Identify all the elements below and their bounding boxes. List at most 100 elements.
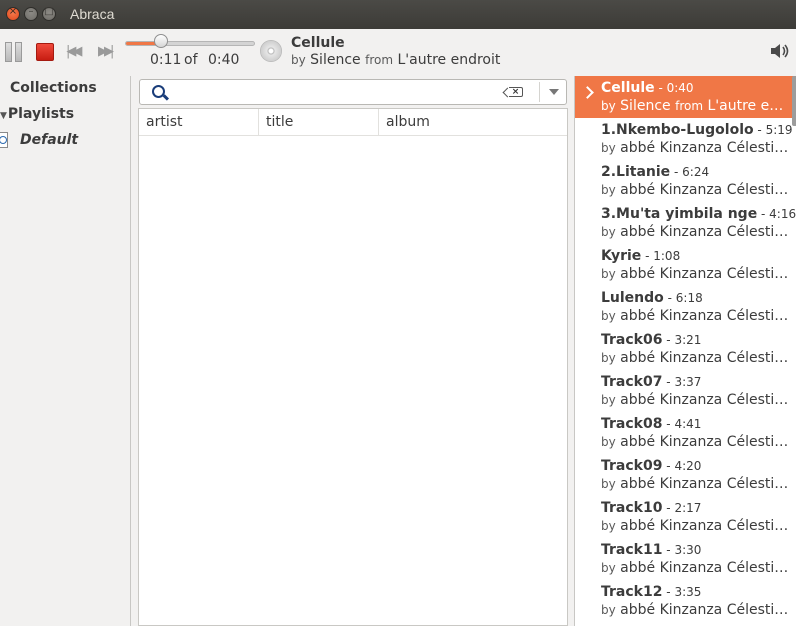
playlist-entry[interactable]: Track10 - 2:17 by abbé Kinzanza Célestin …: [575, 496, 796, 538]
playlist-entry-title-line: 1.Nkembo-Lugololo - 5:19: [601, 122, 793, 138]
playlist-entry-by-label: by: [601, 309, 616, 323]
playlist-entry-artist: abbé Kinzanza Célestin …: [620, 224, 791, 240]
playlist-entry-artist: abbé Kinzanza Célestin …: [620, 392, 791, 408]
now-playing-details: by Silence from L'autre endroit: [291, 52, 500, 68]
playlist-entry-title-line: Track08 - 4:41: [601, 416, 701, 432]
total-time: 0:40: [208, 52, 240, 68]
playlist-entry-duration-sep: -: [662, 501, 675, 515]
playlist-panel: Cellule - 0:40 by Silence from L'autre en…: [574, 76, 796, 626]
now-playing-by-label: by: [291, 53, 306, 67]
seek-slider-handle[interactable]: [154, 34, 168, 48]
playlist-entry-by-label: by: [601, 141, 616, 155]
playlist-entry-artist-line: by abbé Kinzanza Célestin …: [601, 182, 791, 198]
title-bar: × – □ Abraca: [0, 0, 796, 29]
playlist-entry-by-label: by: [601, 393, 616, 407]
playlist-entry[interactable]: 1.Nkembo-Lugololo - 5:19 by abbé Kinzanza…: [575, 118, 796, 160]
next-icon: ▶▶|: [98, 44, 115, 59]
time-of-label: of: [184, 52, 198, 68]
playlist-entry-artist-line: by abbé Kinzanza Célestin …: [601, 392, 791, 408]
playlist-entry-current[interactable]: Cellule - 0:40 by Silence from L'autre en…: [575, 76, 796, 118]
volume-icon[interactable]: [770, 43, 790, 59]
playlist-entry-artist-line: by abbé Kinzanza Célestin …: [601, 140, 791, 156]
playlist-entry-title-line: Track10 - 2:17: [601, 500, 701, 516]
now-playing-artist: Silence: [310, 52, 361, 68]
playlist-entry[interactable]: Track07 - 3:37 by abbé Kinzanza Célestin …: [575, 370, 796, 412]
now-playing-from-label: from: [365, 53, 394, 67]
previous-icon: |◀◀: [66, 44, 83, 59]
pause-button[interactable]: [5, 42, 23, 62]
playlist-entry[interactable]: Track08 - 4:41 by abbé Kinzanza Célestin …: [575, 412, 796, 454]
search-input[interactable]: [174, 83, 504, 101]
search-bar: ×: [139, 79, 567, 105]
playlist-entry[interactable]: 2.Litanie - 6:24 by abbé Kinzanza Célesti…: [575, 160, 796, 202]
playlist-entry-title: Track10: [601, 500, 663, 516]
playlist-scrollbar[interactable]: [792, 76, 796, 126]
playlist-entry-artist-line: by abbé Kinzanza Célestin …: [601, 308, 791, 324]
playlist-entry-duration-sep: -: [662, 543, 675, 557]
cover-art-cd-icon: [260, 40, 282, 62]
playlist-entry-duration: 1:08: [653, 249, 681, 263]
playlist-entry-title-line: 3.Mu'ta yimbila nge - 4:16: [601, 206, 796, 222]
playlist-entry-title-line: Track07 - 3:37: [601, 374, 701, 390]
playlist-entry-artist-line: by abbé Kinzanza Célestin …: [601, 266, 791, 282]
playlists-label: Playlists: [7, 106, 75, 122]
column-header-artist[interactable]: artist: [139, 109, 259, 136]
window-maximize-button[interactable]: □: [42, 6, 56, 21]
playlist-entry[interactable]: Track11 - 3:30 by abbé Kinzanza Célestin …: [575, 538, 796, 580]
clear-search-icon[interactable]: ×: [509, 87, 523, 97]
playlist-entry-duration: 3:35: [674, 585, 702, 599]
player-toolbar: |◀◀ ▶▶| 0:11 of 0:40 Cellule by Silence …: [0, 29, 796, 76]
playlist-entry-duration: 4:41: [674, 417, 702, 431]
collections-heading[interactable]: Collections: [10, 80, 97, 96]
playlist-entry-duration-sep: -: [753, 123, 766, 137]
playlist-entry-artist-line: by abbé Kinzanza Célestin …: [601, 350, 791, 366]
playlist-entry-by-label: by: [601, 351, 616, 365]
playlist-entry[interactable]: 3.Mu'ta yimbila nge - 4:16 by abbé Kinzan…: [575, 202, 796, 244]
playlist-entry-by-label: by: [601, 99, 616, 113]
results-table[interactable]: artist title album: [138, 108, 568, 626]
previous-track-button[interactable]: |◀◀: [66, 44, 88, 60]
playlist-entry[interactable]: Track09 - 4:20 by abbé Kinzanza Célestin …: [575, 454, 796, 496]
playlist-entry-title: Track07: [601, 374, 663, 390]
column-header-album[interactable]: album: [379, 109, 567, 136]
playlist-entry-title-line: Lulendo - 6:18: [601, 290, 703, 306]
window-minimize-button[interactable]: –: [24, 6, 38, 21]
window-close-button[interactable]: ×: [6, 6, 20, 21]
playlist-entry-by-label: by: [601, 267, 616, 281]
search-divider: [539, 82, 540, 102]
playlist-entry-title: Track08: [601, 416, 663, 432]
playlist-entry-duration-sep: -: [662, 375, 675, 389]
now-playing-arrow-icon: [581, 86, 594, 99]
playlist-entry[interactable]: Lulendo - 6:18 by abbé Kinzanza Célestin …: [575, 286, 796, 328]
playlist-entry-artist-line: by abbé Kinzanza Célestin …: [601, 560, 791, 576]
expand-triangle-icon[interactable]: ▼: [0, 111, 7, 121]
playlist-entry-artist: abbé Kinzanza Célestin …: [620, 308, 791, 324]
playlist-entry[interactable]: Track12 - 3:35 by abbé Kinzanza Célestin …: [575, 580, 796, 622]
playlist-entry-duration-sep: -: [670, 165, 683, 179]
playlist-entry[interactable]: Track06 - 3:21 by abbé Kinzanza Célestin …: [575, 328, 796, 370]
chevron-down-icon[interactable]: [549, 89, 559, 95]
playlist-entry-duration-sep: -: [654, 81, 667, 95]
playlist-entry-title-line: Cellule - 0:40: [601, 80, 694, 96]
pause-icon: [5, 42, 12, 62]
playlist-entry-title: Cellule: [601, 80, 655, 96]
now-playing-album: L'autre endroit: [397, 52, 501, 68]
column-header-title[interactable]: title: [259, 109, 379, 136]
collection-browser: × artist title album: [131, 76, 574, 626]
seek-slider[interactable]: [125, 41, 255, 46]
playlists-tree-item[interactable]: ▼Playlists: [0, 106, 74, 122]
playlist-entry-artist-line: by abbé Kinzanza Célestin …: [601, 602, 791, 618]
playlist-entry-by-label: by: [601, 519, 616, 533]
window-title: Abraca: [70, 6, 115, 22]
playlist-entry-artist-line: by Silence from L'autre endr…: [601, 98, 791, 114]
playlist-entry-by-label: by: [601, 603, 616, 617]
playlist-entry-artist-line: by abbé Kinzanza Célestin …: [601, 476, 791, 492]
next-track-button[interactable]: ▶▶|: [98, 44, 120, 60]
playlist-entry[interactable]: Kyrie - 1:08 by abbé Kinzanza Célestin …: [575, 244, 796, 286]
playlist-entry-title: 1.Nkembo-Lugololo: [601, 122, 754, 138]
playlist-entry-title: Track12: [601, 584, 663, 600]
stop-button[interactable]: [36, 43, 54, 61]
playlist-entry-artist: abbé Kinzanza Célestin …: [620, 518, 791, 534]
playlist-entry-by-label: by: [601, 561, 616, 575]
playlist-entry-by-label: by: [601, 225, 616, 239]
